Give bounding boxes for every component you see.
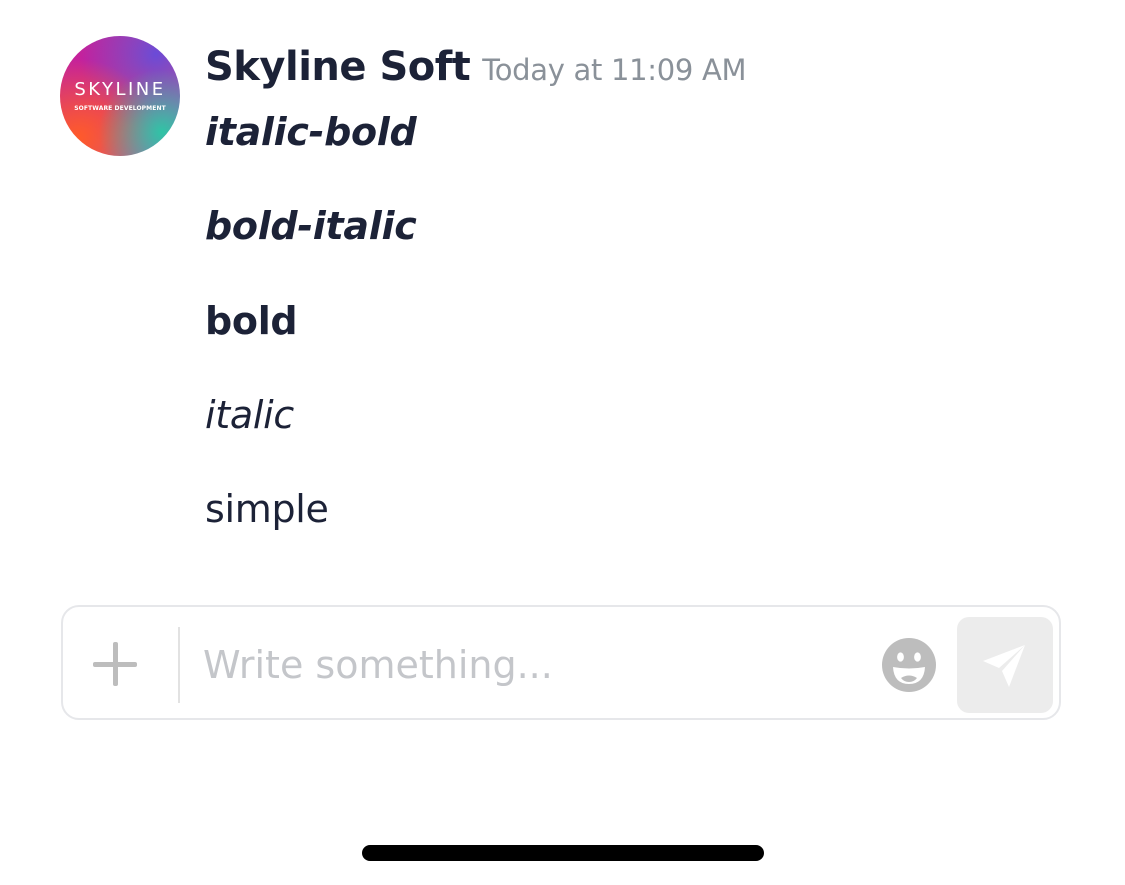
emoji-button[interactable] [881,637,937,693]
message-header: Skyline Soft Today at 11:09 AM [205,44,747,90]
paper-plane-icon [983,645,1025,687]
message-line-bold: bold [205,299,298,343]
chat-screen: SKYLINE SOFTWARE DEVELOPMENT Skyline Sof… [0,0,1125,885]
message-line-italic-bold: italic-bold [205,110,417,154]
message-line-italic: italic [205,393,294,437]
chat-message: SKYLINE SOFTWARE DEVELOPMENT Skyline Sof… [60,36,1060,576]
avatar[interactable]: SKYLINE SOFTWARE DEVELOPMENT [60,36,180,156]
home-indicator[interactable] [362,845,764,861]
message-line-simple: simple [205,487,329,531]
avatar-tagline: SOFTWARE DEVELOPMENT [74,105,166,112]
composer-divider [178,627,180,703]
message-line-bold-italic: bold-italic [205,204,417,248]
message-input[interactable] [203,635,853,695]
avatar-wordmark: SKYLINE [74,79,166,100]
send-button[interactable] [957,617,1053,713]
sender-name[interactable]: Skyline Soft [205,44,471,90]
message-composer [61,605,1061,720]
message-timestamp: Today at 11:09 AM [482,53,747,87]
smiley-icon [882,638,936,692]
attach-plus-button[interactable] [91,640,139,688]
